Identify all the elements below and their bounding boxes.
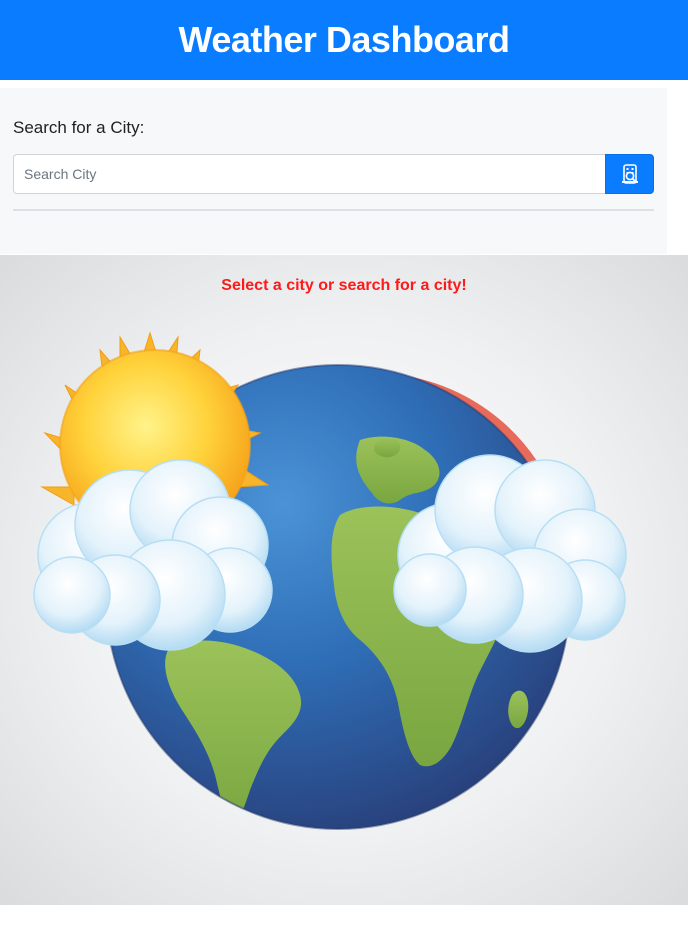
search-button[interactable]	[605, 154, 654, 194]
app-header: Weather Dashboard	[0, 0, 688, 80]
page-title: Weather Dashboard	[178, 19, 510, 60]
search-city-icon	[621, 164, 638, 184]
search-input[interactable]	[13, 154, 605, 194]
search-label: Search for a City:	[13, 118, 145, 137]
search-row	[13, 154, 654, 194]
hero-panel: Select a city or search for a city!	[0, 255, 688, 905]
earth-weather-illustration	[33, 331, 627, 830]
search-panel: Search for a City:	[0, 88, 667, 254]
search-divider	[13, 209, 654, 211]
